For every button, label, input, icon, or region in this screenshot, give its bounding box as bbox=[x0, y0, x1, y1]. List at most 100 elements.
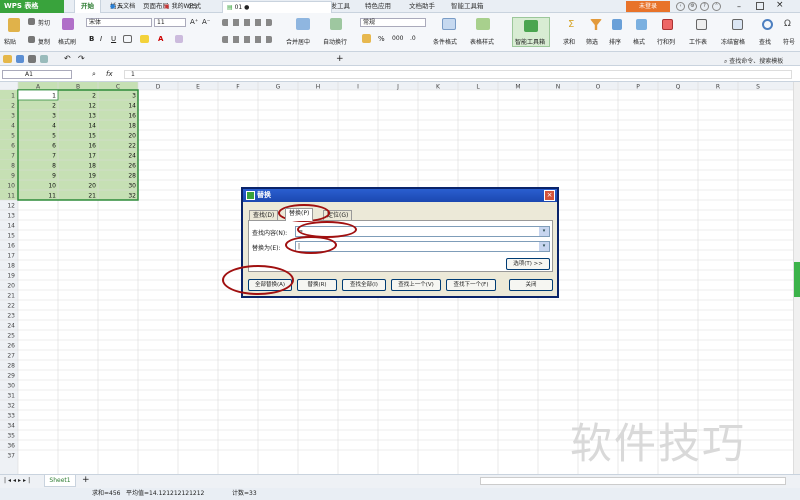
symbol-icon[interactable]: Ω bbox=[784, 19, 791, 29]
paste-icon[interactable] bbox=[8, 18, 20, 32]
column-header-F[interactable]: F bbox=[236, 84, 240, 91]
help-icon[interactable]: ? bbox=[700, 2, 709, 11]
cell-value[interactable]: 12 bbox=[88, 103, 96, 110]
column-header-R[interactable]: R bbox=[716, 84, 720, 91]
row-header-20[interactable]: 20 bbox=[7, 283, 15, 290]
cell-value[interactable]: 30 bbox=[128, 183, 136, 190]
symbol-button[interactable]: 符号 bbox=[783, 37, 795, 46]
cell-value[interactable]: 16 bbox=[128, 113, 136, 120]
row-header-34[interactable]: 34 bbox=[7, 423, 15, 430]
row-header-23[interactable]: 23 bbox=[7, 313, 15, 320]
freeze-icon[interactable] bbox=[732, 19, 743, 30]
minimize-icon[interactable]: – bbox=[737, 2, 741, 11]
row-header-13[interactable]: 13 bbox=[7, 213, 15, 220]
back-icon[interactable]: ‹ bbox=[676, 2, 685, 11]
tab-cloud-docs[interactable]: ● 云文档 bbox=[106, 1, 139, 13]
search-commands[interactable]: ⌕ 查找命令、搜索模板 bbox=[724, 56, 783, 66]
row-header-14[interactable]: 14 bbox=[7, 223, 15, 230]
find-dropdown-icon[interactable]: ▾ bbox=[539, 227, 549, 236]
column-header-E[interactable]: E bbox=[196, 84, 200, 91]
row-header-27[interactable]: 27 bbox=[7, 353, 15, 360]
fill-color-icon[interactable] bbox=[140, 35, 149, 43]
maximize-icon[interactable] bbox=[756, 2, 764, 10]
menu-item-8[interactable]: 特色应用 bbox=[365, 0, 391, 13]
row-header-18[interactable]: 18 bbox=[7, 263, 15, 270]
row-header-35[interactable]: 35 bbox=[7, 433, 15, 440]
horizontal-scrollbar[interactable] bbox=[480, 477, 786, 485]
row-header-21[interactable]: 21 bbox=[7, 293, 15, 300]
currency-icon[interactable] bbox=[362, 34, 371, 43]
cell-value[interactable]: 26 bbox=[128, 163, 136, 170]
app-logo[interactable]: WPS 表格 bbox=[0, 0, 64, 13]
number-format-select[interactable]: 常规 bbox=[360, 18, 426, 27]
cell-value[interactable]: 14 bbox=[128, 103, 136, 110]
cell-value[interactable]: 14 bbox=[88, 123, 96, 130]
undo-icon[interactable]: ↶ bbox=[64, 54, 71, 63]
increase-font-icon[interactable]: A⁺ bbox=[190, 18, 198, 26]
cell-value[interactable]: 3 bbox=[132, 93, 136, 100]
find-icon[interactable] bbox=[762, 19, 773, 30]
find-all-button[interactable]: 查找全部(I) bbox=[342, 279, 386, 291]
cell-value[interactable]: 32 bbox=[128, 193, 136, 200]
sheet-tab[interactable]: Sheet1 bbox=[44, 475, 76, 487]
replace-dropdown-icon[interactable]: ▾ bbox=[539, 242, 549, 251]
cell-value[interactable]: 10 bbox=[48, 183, 56, 190]
row-header-28[interactable]: 28 bbox=[7, 363, 15, 370]
menu-item-0[interactable]: 开始 bbox=[74, 0, 101, 13]
close-icon[interactable]: × bbox=[776, 0, 784, 10]
cell-value[interactable]: 16 bbox=[88, 143, 96, 150]
column-header-H[interactable]: H bbox=[316, 84, 321, 91]
cell-value[interactable]: 3 bbox=[52, 113, 56, 120]
row-header-16[interactable]: 16 bbox=[7, 243, 15, 250]
fx-button[interactable]: fx bbox=[106, 70, 113, 78]
row-header-22[interactable]: 22 bbox=[7, 303, 15, 310]
more-icon[interactable]: ⌃ bbox=[712, 2, 721, 11]
cell-value[interactable]: 21 bbox=[88, 193, 96, 200]
row-header-15[interactable]: 15 bbox=[7, 233, 15, 240]
row-header-2[interactable]: 2 bbox=[11, 103, 15, 110]
login-button[interactable]: 未登录 bbox=[626, 1, 670, 12]
cell-value[interactable]: 19 bbox=[88, 173, 96, 180]
column-header-J[interactable]: J bbox=[396, 84, 399, 91]
table-style-icon[interactable] bbox=[476, 18, 490, 30]
align-icons-bottom[interactable] bbox=[222, 36, 272, 43]
align-icons-top[interactable] bbox=[222, 19, 272, 26]
sort-button[interactable]: 排序 bbox=[609, 37, 621, 46]
zoom-icon[interactable]: ⌕ bbox=[92, 70, 96, 79]
row-header-8[interactable]: 8 bbox=[11, 163, 15, 170]
open-folder-icon[interactable] bbox=[3, 55, 12, 63]
column-header-O[interactable]: O bbox=[596, 84, 601, 91]
column-header-P[interactable]: P bbox=[636, 84, 640, 91]
replace-button[interactable]: 替换(R) bbox=[297, 279, 337, 291]
row-header-3[interactable]: 3 bbox=[11, 113, 15, 120]
row-header-6[interactable]: 6 bbox=[11, 143, 15, 150]
row-header-26[interactable]: 26 bbox=[7, 343, 15, 350]
wrap-button[interactable]: 自动换行 bbox=[323, 37, 347, 46]
cell-value[interactable]: 17 bbox=[88, 153, 96, 160]
cell-value[interactable]: 18 bbox=[128, 123, 136, 130]
freeze-button[interactable]: 冻结窗格 bbox=[721, 37, 745, 46]
options-button[interactable]: 选项(T) >> bbox=[506, 258, 550, 270]
row-header-37[interactable]: 37 bbox=[7, 453, 15, 460]
border-icon[interactable] bbox=[123, 35, 132, 43]
cell-value[interactable]: 4 bbox=[52, 123, 56, 130]
italic-button[interactable]: I bbox=[100, 35, 102, 43]
row-header-10[interactable]: 10 bbox=[7, 183, 15, 190]
clear-format-icon[interactable] bbox=[175, 35, 183, 43]
percent-button[interactable]: % bbox=[378, 35, 385, 43]
row-header-31[interactable]: 31 bbox=[7, 393, 15, 400]
row-header-24[interactable]: 24 bbox=[7, 323, 15, 330]
cell-value[interactable]: 28 bbox=[128, 173, 136, 180]
tab-my-wps[interactable]: ▣ 我的WPS bbox=[160, 1, 201, 13]
save-icon[interactable] bbox=[16, 55, 24, 63]
cell-reference-box[interactable]: A1 bbox=[2, 70, 72, 79]
format-painter-button[interactable]: 格式刷 bbox=[58, 37, 76, 46]
tab-replace[interactable]: 替换(P) bbox=[285, 208, 314, 221]
row-header-5[interactable]: 5 bbox=[11, 133, 15, 140]
paste-button[interactable]: 粘贴 bbox=[4, 37, 16, 46]
worksheet-button[interactable]: 工作表 bbox=[689, 37, 707, 46]
scroll-thumb[interactable] bbox=[794, 262, 800, 297]
row-header-12[interactable]: 12 bbox=[7, 203, 15, 210]
copy-icon[interactable] bbox=[28, 36, 35, 43]
row-header-25[interactable]: 25 bbox=[7, 333, 15, 340]
